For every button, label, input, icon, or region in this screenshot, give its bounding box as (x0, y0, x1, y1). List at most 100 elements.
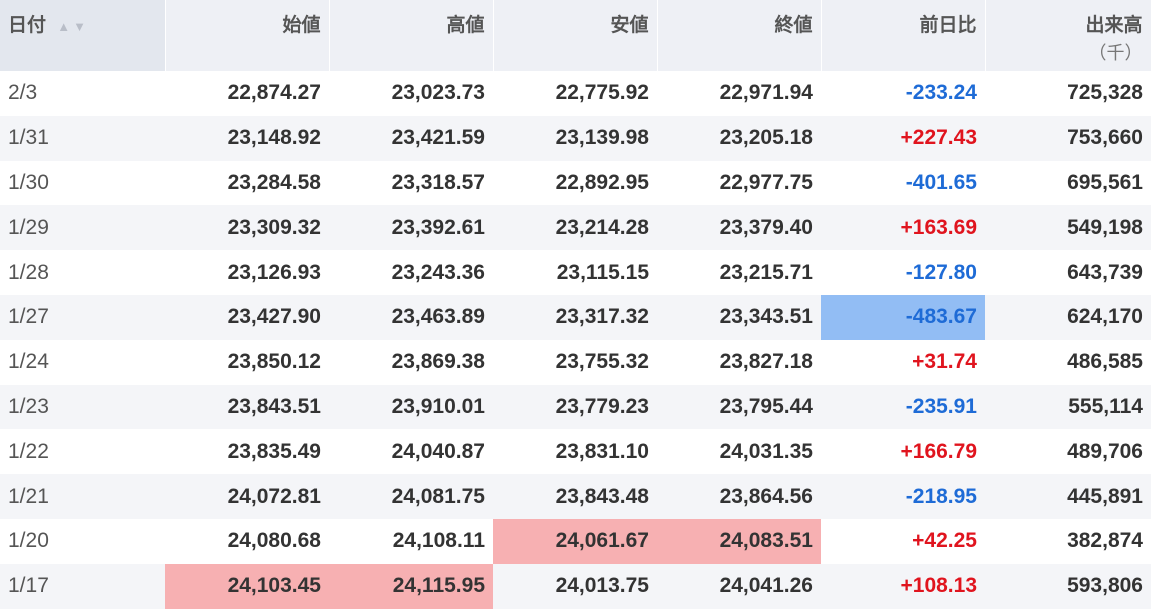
cell-date: 2/3 (8, 81, 38, 105)
cell-high: 23,421.59 (329, 115, 493, 161)
cell-change: +42.25 (912, 529, 977, 553)
cell-volume: 753,660 (985, 115, 1151, 161)
cell-low: 22,892.95 (555, 170, 649, 194)
table-row: 1/29 23,309.32 23,392.61 23,214.28 23,379.40… (0, 205, 1151, 251)
cell-change: +31.74 (912, 350, 977, 374)
header-volume-label: 出来高 (1085, 15, 1143, 36)
cell-low: 23,139.98 (493, 115, 657, 161)
cell-close: 23,343.51 (657, 294, 821, 340)
cell-open: 24,103.45 (165, 563, 329, 609)
header-low: 安値 (493, 0, 658, 71)
cell-high: 23,243.36 (391, 260, 485, 284)
cell-low: 24,061.67 (493, 518, 657, 564)
header-row: 日付 ▲ ▼ 始値 高値 安値 終値 前日比 出来高 （千） (0, 0, 1151, 71)
table-header: 日付 ▲ ▼ 始値 高値 安値 終値 前日比 出来高 （千） (0, 0, 1151, 71)
sort-asc-icon[interactable]: ▲ (57, 19, 70, 34)
cell-close: 23,205.18 (657, 115, 821, 161)
table-row: 1/21 24,072.81 24,081.75 23,843.48 23,864.56… (0, 474, 1151, 519)
table-row: 2/3 22,874.27 23,023.73 22,775.92 22,971.94 -… (0, 71, 1151, 116)
cell-date: 1/21 (0, 474, 165, 519)
cell-volume: 624,170 (985, 294, 1151, 340)
cell-close: 23,795.44 (657, 384, 821, 430)
cell-open: 24,072.81 (165, 474, 329, 519)
cell-date: 1/24 (8, 350, 49, 374)
cell-change: +227.43 (821, 115, 985, 161)
cell-open: 23,309.32 (165, 205, 329, 251)
cell-volume: 445,891 (985, 474, 1151, 519)
cell-volume: 643,739 (1067, 260, 1143, 284)
cell-high: 23,910.01 (329, 384, 493, 430)
cell-high: 23,392.61 (329, 205, 493, 251)
cell-date: 1/29 (0, 205, 165, 251)
cell-date: 1/23 (0, 384, 165, 430)
cell-close: 22,971.94 (719, 81, 813, 105)
sort-desc-icon[interactable]: ▼ (73, 19, 86, 34)
table-row: 1/30 23,284.58 23,318.57 22,892.95 22,977.75… (0, 161, 1151, 206)
cell-low: 23,831.10 (555, 439, 649, 463)
cell-open: 23,284.58 (227, 170, 321, 194)
cell-high: 24,081.75 (329, 474, 493, 519)
cell-high: 23,318.57 (391, 170, 485, 194)
cell-close: 22,977.75 (719, 170, 813, 194)
cell-close: 24,031.35 (719, 439, 813, 463)
table-row: 1/22 23,835.49 24,040.87 23,831.10 24,031.35… (0, 429, 1151, 474)
cell-close: 24,083.51 (657, 518, 821, 564)
cell-open: 23,148.92 (165, 115, 329, 161)
cell-low: 23,843.48 (493, 474, 657, 519)
cell-volume: 549,198 (985, 205, 1151, 251)
cell-volume: 489,706 (1067, 439, 1143, 463)
header-volume: 出来高 （千） (985, 0, 1151, 71)
cell-change: +163.69 (821, 205, 985, 251)
table-body: 2/3 22,874.27 23,023.73 22,775.92 22,971.94 -… (0, 71, 1151, 609)
cell-low: 23,779.23 (493, 384, 657, 430)
cell-change: -127.80 (905, 260, 977, 284)
cell-date: 1/17 (0, 563, 165, 609)
header-change: 前日比 (821, 0, 986, 71)
table-row: 1/31 23,148.92 23,421.59 23,139.98 23,205.18… (0, 115, 1151, 161)
cell-high: 23,463.89 (329, 294, 493, 340)
cell-volume: 555,114 (985, 384, 1151, 430)
cell-date: 1/27 (0, 294, 165, 340)
cell-date: 1/20 (8, 529, 49, 553)
cell-change: +108.13 (821, 563, 985, 609)
cell-volume: 486,585 (1067, 350, 1143, 374)
cell-change: +166.79 (900, 439, 978, 463)
cell-change: -401.65 (905, 170, 977, 194)
table-row: 1/24 23,850.12 23,869.38 23,755.32 23,827.18… (0, 340, 1151, 385)
cell-date: 1/22 (8, 439, 49, 463)
cell-open: 23,835.49 (227, 439, 321, 463)
sort-controls: ▲ ▼ (57, 15, 89, 37)
cell-high: 23,023.73 (391, 81, 485, 105)
cell-low: 23,317.32 (493, 294, 657, 340)
cell-open: 23,427.90 (165, 294, 329, 340)
cell-open: 23,843.51 (165, 384, 329, 430)
cell-close: 23,827.18 (719, 350, 813, 374)
header-volume-unit: （千） (1088, 43, 1143, 63)
cell-change: -218.95 (821, 474, 985, 519)
cell-high: 24,040.87 (391, 439, 485, 463)
table-row: 1/23 23,843.51 23,910.01 23,779.23 23,795.44… (0, 384, 1151, 430)
cell-change: -235.91 (821, 384, 985, 430)
cell-date: 1/28 (8, 260, 49, 284)
cell-date: 1/30 (8, 170, 49, 194)
cell-open: 23,850.12 (227, 350, 321, 374)
cell-open: 23,126.93 (227, 260, 321, 284)
table-row: 1/17 24,103.45 24,115.95 24,013.75 24,041.26… (0, 563, 1151, 609)
header-close: 終値 (657, 0, 822, 71)
table-row: 1/28 23,126.93 23,243.36 23,115.15 23,215.71… (0, 250, 1151, 295)
cell-close: 23,864.56 (657, 474, 821, 519)
table-row: 1/27 23,427.90 23,463.89 23,317.32 23,343.51… (0, 294, 1151, 340)
cell-close: 23,379.40 (657, 205, 821, 251)
cell-high: 24,108.11 (392, 529, 485, 553)
table-row: 1/20 24,080.68 24,108.11 24,061.67 24,083.51… (0, 518, 1151, 564)
header-date-label: 日付 (8, 15, 47, 36)
cell-volume: 382,874 (1067, 529, 1143, 553)
cell-close: 23,215.71 (719, 260, 813, 284)
cell-high: 23,869.38 (391, 350, 485, 374)
cell-volume: 593,806 (985, 563, 1151, 609)
cell-volume: 695,561 (1067, 170, 1143, 194)
header-open: 始値 (165, 0, 330, 71)
cell-change: -233.24 (905, 81, 977, 105)
cell-open: 22,874.27 (227, 81, 321, 105)
cell-change: -483.67 (821, 294, 985, 340)
